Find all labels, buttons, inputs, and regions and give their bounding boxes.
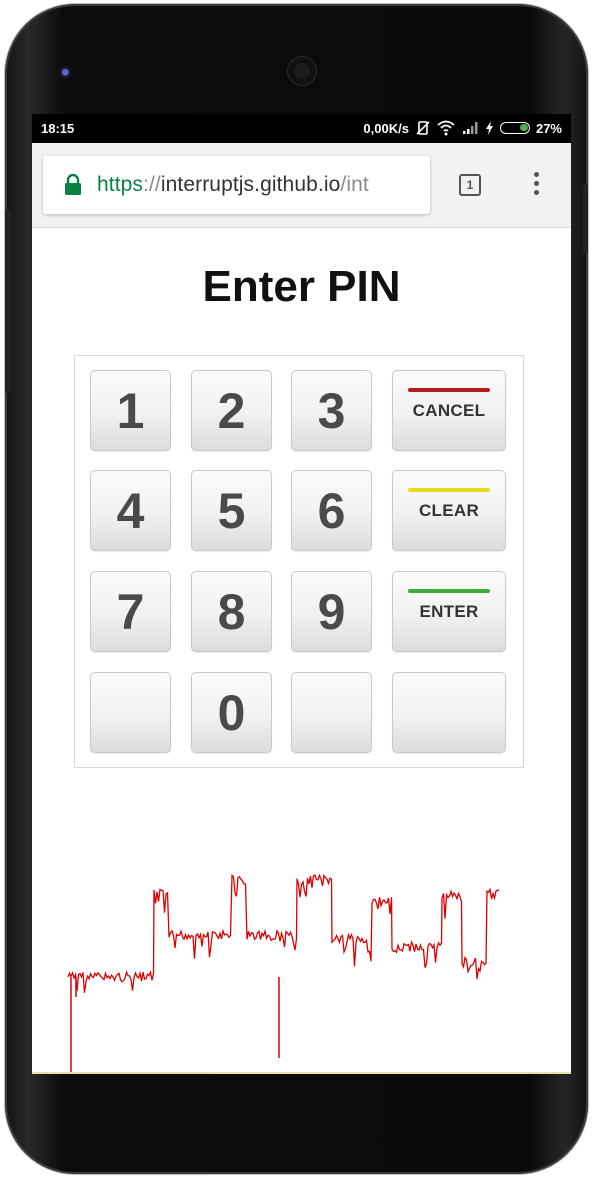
web-page: Enter PIN 1 2 3 CANCEL 4 5 6 CLEAR 7 8 9 [32, 228, 571, 1074]
clear-label: CLEAR [418, 501, 480, 520]
browser-toolbar: https://interruptjs.github.io/int 1 [32, 143, 571, 228]
key-8[interactable]: 8 [191, 571, 272, 652]
signal-trace-graphic [67, 873, 500, 1072]
url-separator: :// [143, 173, 161, 196]
volume-button [5, 209, 11, 394]
key-9[interactable]: 9 [291, 571, 372, 652]
front-camera [59, 66, 73, 80]
tab-switcher-button[interactable]: 1 [459, 174, 481, 196]
url-host: interruptjs.github.io [160, 173, 341, 196]
url-text[interactable]: https://interruptjs.github.io/int [97, 173, 369, 197]
blank-key-left[interactable] [90, 672, 171, 753]
cancel-label: CANCEL [412, 401, 486, 420]
key-7[interactable]: 7 [90, 571, 171, 652]
trace-line [67, 873, 500, 993]
power-button [583, 184, 588, 254]
signal-trace [32, 852, 571, 1074]
status-time: 18:15 [41, 121, 75, 136]
screen-bottom-edge [32, 1072, 571, 1074]
address-bar[interactable]: https://interruptjs.github.io/int [43, 156, 430, 214]
url-path: /int [340, 173, 369, 196]
pin-keypad: 1 2 3 CANCEL 4 5 6 CLEAR 7 8 9 ENTER 0 [74, 355, 524, 768]
key-0[interactable]: 0 [191, 672, 272, 753]
url-scheme: https [97, 173, 144, 196]
cancel-button[interactable]: CANCEL [392, 370, 506, 451]
earpiece-speaker [287, 56, 317, 86]
blank-key-right[interactable] [291, 672, 372, 753]
key-4[interactable]: 4 [90, 470, 171, 551]
clear-color-bar [408, 488, 490, 492]
battery-percent: 27% [535, 120, 562, 136]
vibrate-off-icon [416, 121, 430, 135]
clear-button[interactable]: CLEAR [392, 470, 506, 551]
charging-icon [485, 121, 493, 135]
cancel-color-bar [408, 388, 490, 392]
signal-icon [462, 122, 478, 134]
enter-label: ENTER [419, 602, 479, 621]
key-5[interactable]: 5 [191, 470, 272, 551]
key-6[interactable]: 6 [291, 470, 372, 551]
blank-key-wide[interactable] [392, 672, 506, 753]
net-speed: 0,00K/s [363, 120, 409, 136]
key-2[interactable]: 2 [191, 370, 272, 451]
status-bar: 18:15 0,00K/s 27% [32, 114, 571, 143]
page-title: Enter PIN [202, 262, 401, 311]
status-icons: 0,00K/s 27% [363, 120, 562, 136]
key-3[interactable]: 3 [291, 370, 372, 451]
enter-color-bar [408, 589, 490, 593]
battery-icon [499, 122, 530, 134]
phone-frame: 18:15 0,00K/s 27% https://interruptjs.gi… [5, 4, 588, 1174]
screen: 18:15 0,00K/s 27% https://interruptjs.gi… [32, 114, 571, 1074]
lock-icon [65, 174, 81, 195]
overflow-menu-icon[interactable] [529, 171, 543, 201]
wifi-icon [437, 120, 455, 136]
key-1[interactable]: 1 [90, 370, 171, 451]
enter-button[interactable]: ENTER [392, 571, 506, 652]
